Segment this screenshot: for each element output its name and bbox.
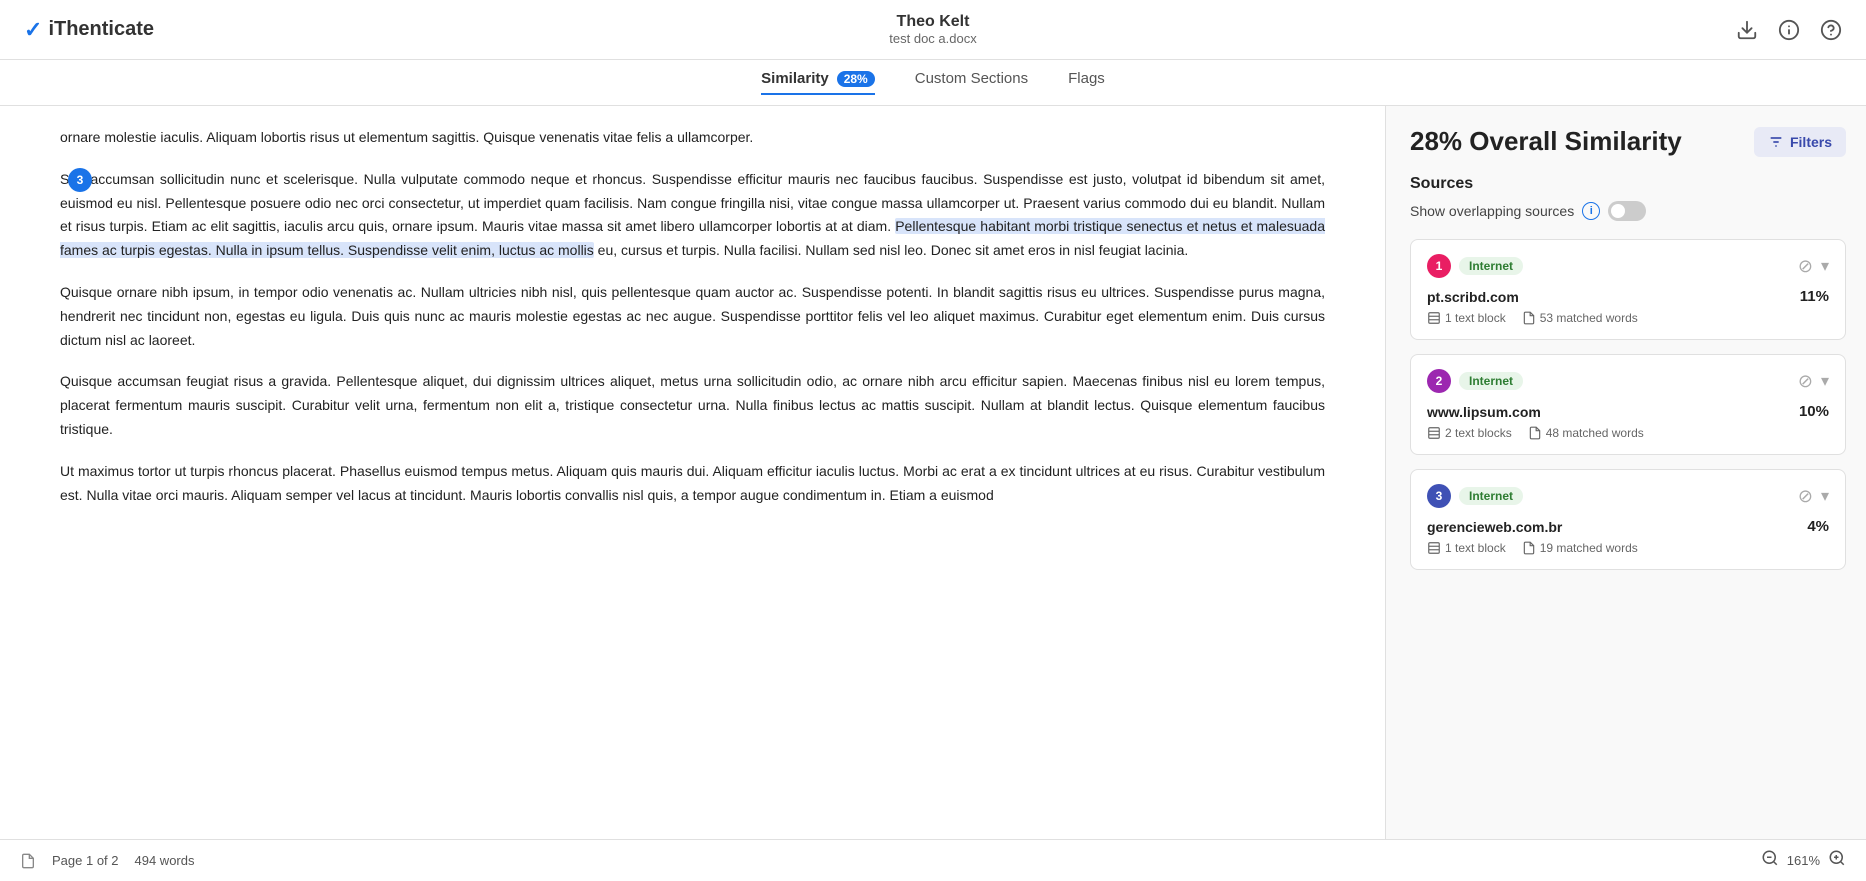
source-3-type-badge: Internet <box>1459 487 1523 505</box>
tab-similarity-badge: 28% <box>837 71 875 87</box>
source-3-exclude-button[interactable]: ⊘ <box>1798 486 1813 507</box>
document-info: Theo Kelt test doc a.docx <box>889 13 976 46</box>
source-3-text-blocks-label: 1 text block <box>1445 541 1506 555</box>
source-card-2: 2 Internet ⊘ ▾ www.lipsum.com 10% 2 text… <box>1410 354 1846 455</box>
logo: ✓ iThenticate <box>24 17 154 43</box>
tab-flags-label: Flags <box>1068 70 1105 87</box>
source-2-actions: ⊘ ▾ <box>1798 371 1829 392</box>
source-1-url-row: pt.scribd.com 11% <box>1427 288 1829 305</box>
bottom-bar: Page 1 of 2 494 words 161% <box>0 839 1866 881</box>
sources-section-title: Sources <box>1410 175 1846 193</box>
zoom-out-button[interactable] <box>1761 849 1779 872</box>
paragraph-2-wrapper: 3 Sed accumsan sollicitudin nunc et scel… <box>60 168 1325 263</box>
source-2-badge-row: 2 Internet <box>1427 369 1523 393</box>
source-2-url-row: www.lipsum.com 10% <box>1427 403 1829 420</box>
source-1-text-blocks: 1 text block <box>1427 311 1506 325</box>
overlapping-toggle[interactable] <box>1608 201 1646 221</box>
help-button[interactable] <box>1820 19 1842 41</box>
check-icon: ✓ <box>24 17 42 43</box>
tab-custom-sections-label: Custom Sections <box>915 70 1028 87</box>
source-3-meta: 1 text block 19 matched words <box>1427 541 1829 555</box>
source-1-type-badge: Internet <box>1459 257 1523 275</box>
source-2-number: 2 <box>1427 369 1451 393</box>
source-card-2-header: 2 Internet ⊘ ▾ <box>1427 369 1829 393</box>
filters-label: Filters <box>1790 134 1832 150</box>
document-panel[interactable]: ornare molestie iaculis. Aliquam loborti… <box>0 106 1386 839</box>
overlapping-info-icon[interactable]: i <box>1582 202 1600 220</box>
user-name: Theo Kelt <box>889 13 976 31</box>
source-1-matched-words-label: 53 matched words <box>1540 311 1638 325</box>
overlapping-label: Show overlapping sources <box>1410 203 1574 219</box>
paragraph-1: ornare molestie iaculis. Aliquam loborti… <box>60 126 1325 150</box>
source-2-expand-button[interactable]: ▾ <box>1821 371 1829 391</box>
logo-text: iThenticate <box>48 18 154 41</box>
zoom-level: 161% <box>1787 853 1820 868</box>
source-1-url: pt.scribd.com <box>1427 289 1519 305</box>
source-3-matched-words: 19 matched words <box>1522 541 1638 555</box>
tab-flags[interactable]: Flags <box>1068 70 1105 95</box>
source-2-exclude-button[interactable]: ⊘ <box>1798 371 1813 392</box>
tab-similarity-label: Similarity <box>761 70 829 87</box>
filters-button[interactable]: Filters <box>1754 127 1846 157</box>
source-3-expand-button[interactable]: ▾ <box>1821 486 1829 506</box>
similarity-header: 28% Overall Similarity Filters <box>1410 126 1846 157</box>
document-content: ornare molestie iaculis. Aliquam loborti… <box>0 106 1385 545</box>
source-3-matched-words-label: 19 matched words <box>1540 541 1638 555</box>
paragraph-4: Quisque accumsan feugiat risus a gravida… <box>60 370 1325 441</box>
zoom-in-button[interactable] <box>1828 849 1846 872</box>
source-3-percentage: 4% <box>1807 518 1829 535</box>
source-card-3: 3 Internet ⊘ ▾ gerencieweb.com.br 4% 1 t… <box>1410 469 1846 570</box>
source-card-3-header: 3 Internet ⊘ ▾ <box>1427 484 1829 508</box>
header: ✓ iThenticate Theo Kelt test doc a.docx <box>0 0 1866 60</box>
info-button[interactable] <box>1778 19 1800 41</box>
source-2-url: www.lipsum.com <box>1427 404 1541 420</box>
page-label: Page 1 of 2 <box>52 853 119 868</box>
main-layout: ornare molestie iaculis. Aliquam loborti… <box>0 106 1866 839</box>
source-3-url-row: gerencieweb.com.br 4% <box>1427 518 1829 535</box>
source-3-actions: ⊘ ▾ <box>1798 486 1829 507</box>
source-card-1-header: 1 Internet ⊘ ▾ <box>1427 254 1829 278</box>
highlight-blue-1: Pellentesque habitant morbi tristique se… <box>60 218 1325 258</box>
source-1-meta: 1 text block 53 matched words <box>1427 311 1829 325</box>
source-2-matched-words-label: 48 matched words <box>1546 426 1644 440</box>
paragraph-3: Quisque ornare nibh ipsum, in tempor odi… <box>60 281 1325 352</box>
source-1-text-blocks-label: 1 text block <box>1445 311 1506 325</box>
right-panel: 28% Overall Similarity Filters Sources S… <box>1386 106 1866 839</box>
similarity-title: 28% Overall Similarity <box>1410 126 1682 157</box>
source-2-matched-words: 48 matched words <box>1528 426 1644 440</box>
document-filename: test doc a.docx <box>889 31 976 46</box>
paragraph-5: Ut maximus tortor ut turpis rhoncus plac… <box>60 460 1325 508</box>
page-icon <box>20 853 36 869</box>
zoom-controls: 161% <box>1761 849 1846 872</box>
source-1-matched-words: 53 matched words <box>1522 311 1638 325</box>
tabs-bar: Similarity 28% Custom Sections Flags <box>0 60 1866 106</box>
source-1-expand-button[interactable]: ▾ <box>1821 256 1829 276</box>
source-3-number: 3 <box>1427 484 1451 508</box>
source-2-text-blocks-label: 2 text blocks <box>1445 426 1512 440</box>
source-2-type-badge: Internet <box>1459 372 1523 390</box>
source-1-actions: ⊘ ▾ <box>1798 256 1829 277</box>
word-count: 494 words <box>135 853 195 868</box>
tab-custom-sections[interactable]: Custom Sections <box>915 70 1028 95</box>
source-2-meta: 2 text blocks 48 matched words <box>1427 426 1829 440</box>
source-1-number: 1 <box>1427 254 1451 278</box>
overlapping-sources-row: Show overlapping sources i <box>1410 201 1846 221</box>
source-1-badge-row: 1 Internet <box>1427 254 1523 278</box>
source-card-1: 1 Internet ⊘ ▾ pt.scribd.com 11% 1 text … <box>1410 239 1846 340</box>
download-button[interactable] <box>1736 19 1758 41</box>
source-3-url: gerencieweb.com.br <box>1427 519 1562 535</box>
paragraph-2: Sed accumsan sollicitudin nunc et sceler… <box>60 168 1325 263</box>
source-2-text-blocks: 2 text blocks <box>1427 426 1512 440</box>
source-3-text-blocks: 1 text block <box>1427 541 1506 555</box>
source-2-percentage: 10% <box>1799 403 1829 420</box>
source-1-percentage: 11% <box>1800 288 1829 305</box>
source-marker-3: 3 <box>68 168 92 192</box>
tab-similarity[interactable]: Similarity 28% <box>761 70 875 95</box>
source-3-badge-row: 3 Internet <box>1427 484 1523 508</box>
header-actions <box>1736 19 1842 41</box>
source-1-exclude-button[interactable]: ⊘ <box>1798 256 1813 277</box>
